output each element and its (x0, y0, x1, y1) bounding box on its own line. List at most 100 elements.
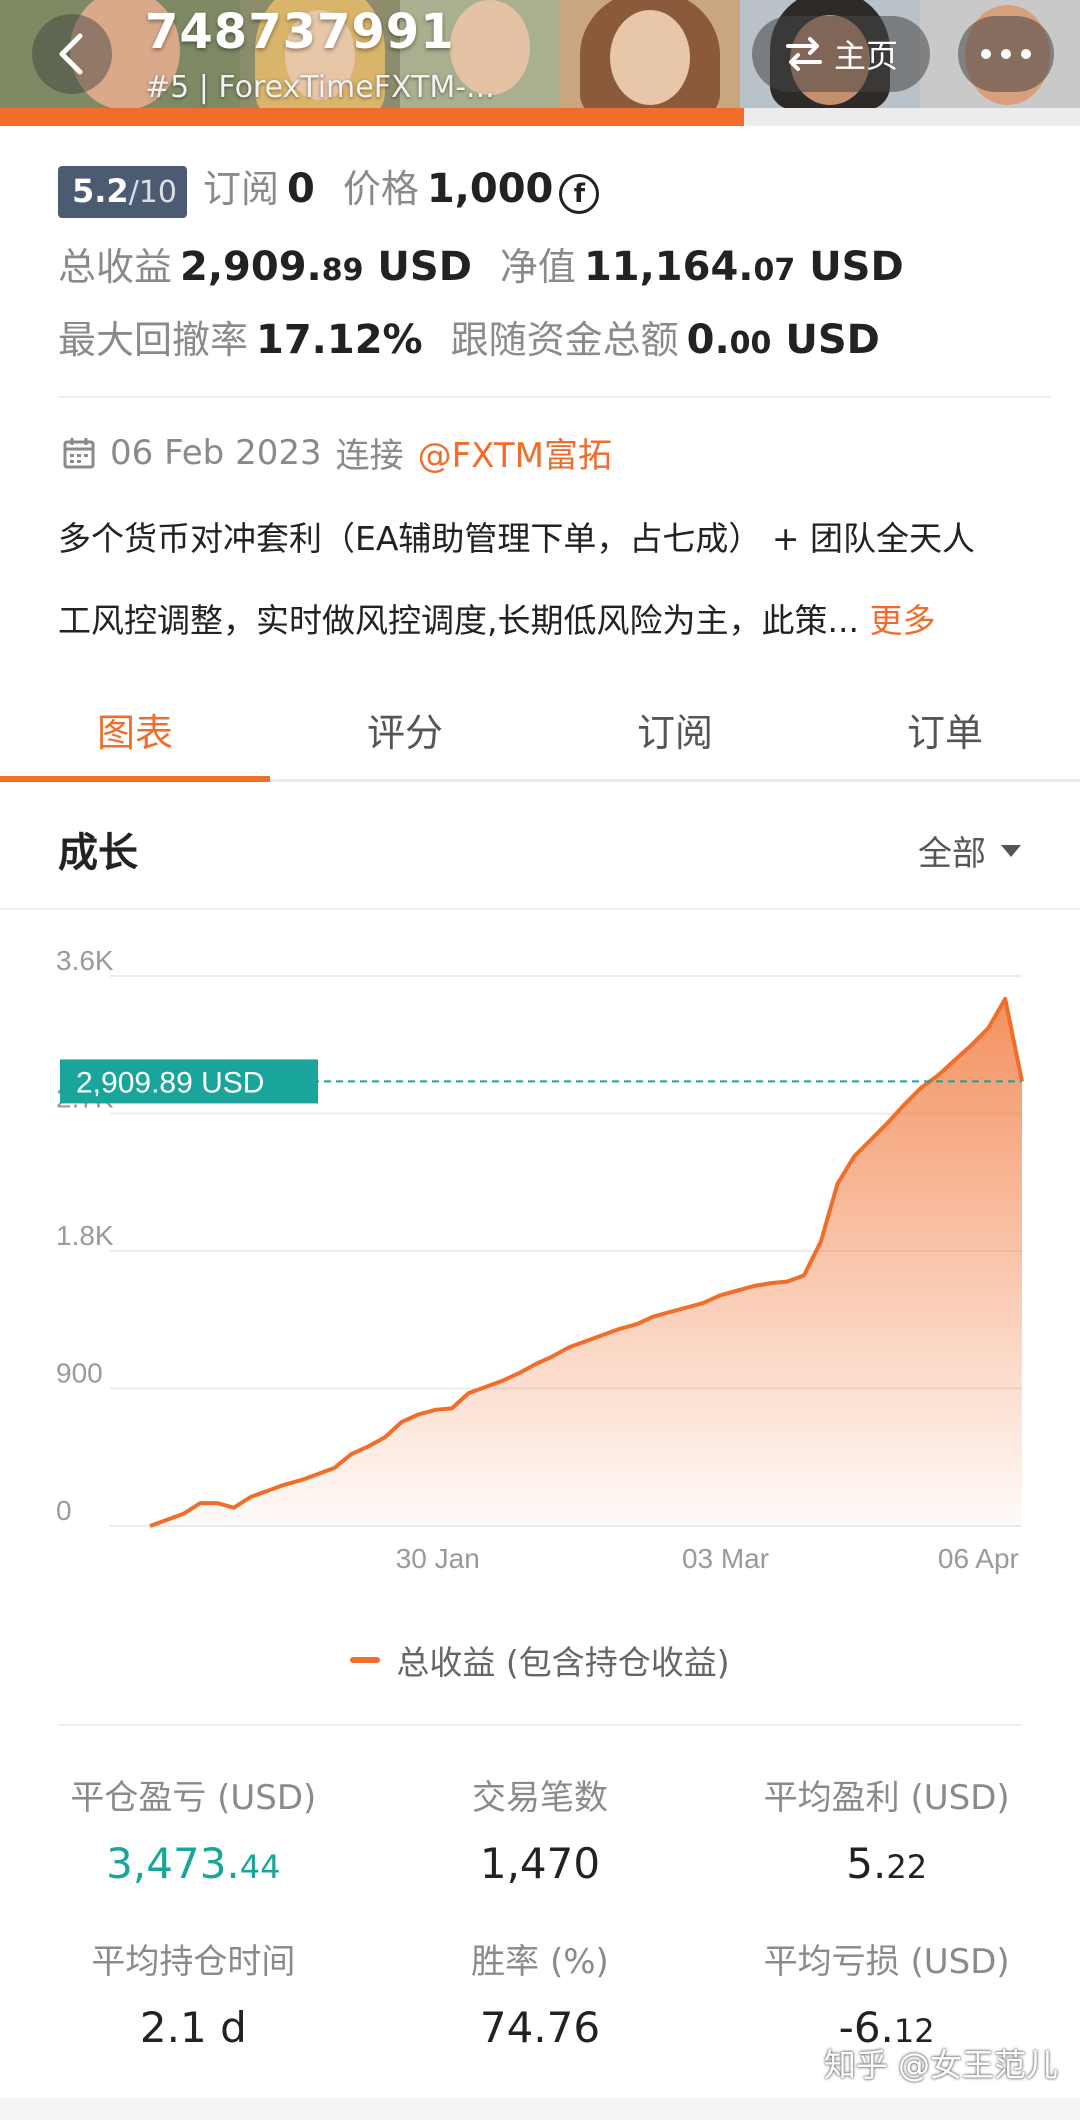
tab-subscription[interactable]: 订阅 (540, 680, 810, 779)
price-label: 价格 (342, 167, 419, 211)
connection-label: 连接 (335, 436, 404, 476)
metric-value: 74.76 (367, 2003, 714, 2052)
description-line-1: 多个货币对冲套利（EA辅助管理下单，占七成） + 团队全天人 (58, 519, 976, 558)
profile-photo (560, 0, 740, 120)
divider (58, 1724, 1022, 1726)
chart-legend: 总收益 (包含持仓收益) (0, 1636, 1080, 1684)
max-drawdown-value: 17.12% (256, 317, 423, 363)
metric-label: 交易笔数 (471, 1778, 608, 1818)
follow-funds-label: 跟随资金总额 (450, 318, 679, 362)
equity-decimal: 07 (753, 253, 796, 288)
divider (0, 908, 1080, 910)
broker-link[interactable]: @FXTM富拓 (418, 428, 612, 477)
metric-value-main: 74.76 (479, 2003, 601, 2052)
strategy-description: 多个货币对冲套利（EA辅助管理下单，占七成） + 团队全天人 工风控调整，实时做… (58, 498, 1048, 662)
connection-date: 06 Feb 2023 (110, 432, 322, 473)
equity-label: 净值 (499, 245, 576, 289)
stats-row-1: 5.2/10 订阅 0 价格 1,000 f (58, 158, 1050, 218)
metric-value-decimal: 44 (239, 1848, 281, 1886)
metric-value-main: 3,473. (106, 1839, 240, 1888)
caret-down-icon (1001, 844, 1021, 857)
back-button[interactable] (32, 14, 112, 94)
tab-bar: 图表 评分 订阅 订单 (0, 680, 1080, 782)
equity-main: 11,164. (583, 244, 754, 290)
period-filter-dropdown[interactable]: 全部 (918, 826, 1022, 875)
metric-value-decimal: 22 (886, 1848, 928, 1886)
follow-funds-main: 0. (686, 317, 730, 363)
total-profit-main: 2,909. (180, 244, 322, 290)
more-options-button[interactable] (958, 16, 1054, 92)
metric-value: 1,470 (367, 1839, 714, 1888)
description-line-2-text: 工风控调整，实时做风控调度,长期低风险为主，此策... (58, 601, 859, 640)
metric-value-main: 1,470 (479, 1839, 601, 1888)
header-accent-bar (0, 108, 744, 126)
y-tick-label: 3.6K (56, 945, 114, 976)
follow-funds-unit: USD (785, 317, 880, 363)
price-value: 1,000 (426, 166, 554, 212)
metric-label: 胜率 (%) (471, 1942, 609, 1982)
metric-label: 平均持仓时间 (91, 1942, 296, 1982)
bottom-bar (0, 2098, 1080, 2120)
tab-orders[interactable]: 订单 (810, 680, 1080, 779)
stats-row-2: 总收益 2,909.89 USD 净值 11,164.07 USD (58, 236, 1050, 291)
follow-funds-value: 0.00 USD (687, 317, 880, 363)
x-tick-label: 30 Jan (396, 1543, 480, 1574)
divider (58, 396, 1050, 398)
metrics-grid: 平仓盈亏 (USD) 3,473.44 交易笔数 1,470 平均盈利 (USD… (20, 1770, 1060, 2052)
metric-value-main: 2.1 d (139, 2003, 247, 2052)
tab-chart[interactable]: 图表 (0, 680, 270, 782)
calendar-icon (63, 437, 95, 468)
more-dots-icon (981, 49, 1031, 59)
total-profit-decimal: 89 (321, 253, 364, 288)
metric-avg-hold-time: 平均持仓时间 2.1 d (20, 1934, 367, 2052)
stats-row-3: 最大回撤率 17.12% 跟随资金总额 0.00 USD (58, 309, 1050, 364)
header: 748737991 #5 | ForexTimeFXTM-... 主页 (0, 0, 1080, 126)
metric-value-main: 5. (846, 1839, 887, 1888)
y-tick-label: 0 (56, 1495, 72, 1526)
home-button[interactable]: 主页 (752, 16, 930, 92)
rating-badge: 5.2/10 (58, 166, 187, 218)
y-tick-label: 900 (56, 1358, 103, 1389)
description-line-2: 工风控调整，实时做风控调度,长期低风险为主，此策... 更多 (58, 580, 1048, 662)
total-profit-label: 总收益 (58, 245, 173, 289)
metric-label: 平均盈利 (USD) (763, 1778, 1010, 1818)
connection-row: 06 Feb 2023 连接 @FXTM富拓 (62, 428, 612, 477)
growth-title: 成长 (58, 830, 138, 876)
legend-swatch (350, 1657, 381, 1663)
current-value-label: 2,909.89 USD (76, 1066, 264, 1099)
y-tick-label: 1.8K (56, 1220, 114, 1251)
metric-trade-count: 交易笔数 1,470 (367, 1770, 714, 1888)
follow-funds-decimal: 00 (729, 326, 772, 361)
metric-value: 3,473.44 (20, 1839, 367, 1888)
equity-value: 11,164.07 USD (584, 244, 904, 290)
home-button-label: 主页 (833, 37, 898, 75)
account-stats: 5.2/10 订阅 0 价格 1,000 f 总收益 2,909.89 USD … (58, 158, 1050, 382)
equity-unit: USD (809, 244, 904, 290)
rating-value: 5.2 (72, 172, 129, 210)
more-link[interactable]: 更多 (869, 601, 935, 640)
max-drawdown-label: 最大回撤率 (58, 318, 249, 362)
tab-rating[interactable]: 评分 (270, 680, 540, 779)
metric-label: 平均亏损 (USD) (763, 1942, 1010, 1982)
subscribe-label: 订阅 (202, 167, 279, 211)
rating-denominator: /10 (128, 175, 177, 210)
account-subtitle: #5 | ForexTimeFXTM-... (145, 70, 495, 105)
swap-icon (785, 37, 822, 71)
header-bottom-strip (744, 108, 1080, 126)
x-tick-label: 06 Apr (938, 1543, 1019, 1574)
metric-win-rate: 胜率 (%) 74.76 (367, 1934, 714, 2052)
metric-value: 2.1 d (20, 2003, 367, 2052)
metric-avg-loss: 平均亏损 (USD) -6.12 (713, 1934, 1060, 2052)
coin-icon: f (559, 174, 600, 214)
period-filter-label: 全部 (918, 834, 986, 874)
metric-avg-profit: 平均盈利 (USD) 5.22 (713, 1770, 1060, 1888)
metric-closed-pnl: 平仓盈亏 (USD) 3,473.44 (20, 1770, 367, 1888)
metric-label: 平仓盈亏 (USD) (70, 1778, 317, 1818)
subscribe-value: 0 (286, 166, 315, 212)
legend-label: 总收益 (包含持仓收益) (396, 1643, 730, 1682)
chevron-left-icon (59, 33, 83, 75)
x-tick-label: 03 Mar (682, 1543, 769, 1574)
growth-chart: 3.6K2.7K1.8K9000 2,909.89 USD 30 Jan03 M… (56, 945, 1024, 1574)
watermark: 知乎 @女王范儿 (823, 2046, 1058, 2084)
total-profit-unit: USD (377, 244, 472, 290)
